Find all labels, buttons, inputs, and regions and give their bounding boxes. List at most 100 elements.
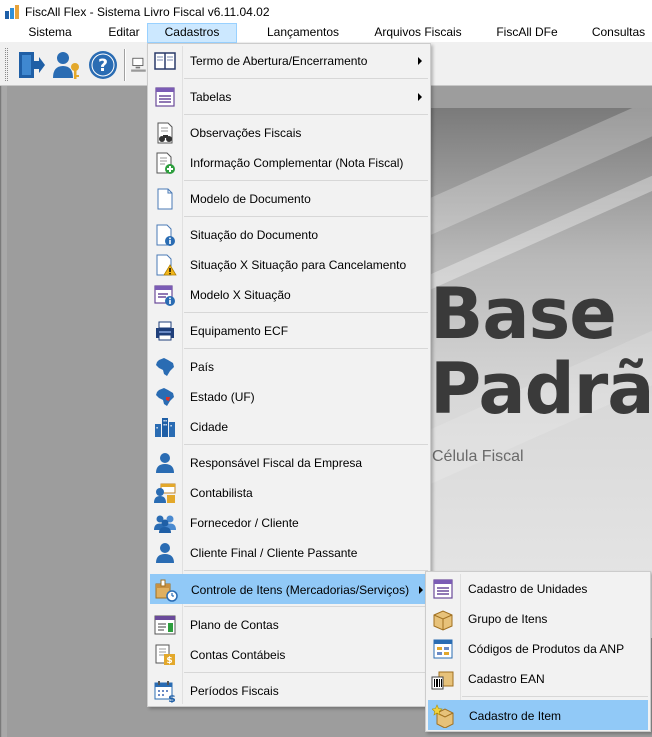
menu-item-situacao-documento[interactable]: Situação do Documento xyxy=(150,220,428,250)
submenu-arrow-icon xyxy=(419,586,423,594)
menu-item-controle-itens[interactable]: Controle de Itens (Mercadorias/Serviços) xyxy=(150,574,428,604)
menu-item-label: Termo de Abertura/Encerramento xyxy=(190,54,368,68)
user-key-button[interactable] xyxy=(50,48,84,82)
menu-item-equipamento-ecf[interactable]: Equipamento ECF xyxy=(150,316,428,346)
units-table-icon xyxy=(433,579,453,599)
help-button[interactable]: ? xyxy=(86,48,120,82)
menu-separator xyxy=(184,570,428,571)
menu-separator xyxy=(184,672,428,673)
menu-separator xyxy=(184,78,428,79)
submenu-item-grupo-itens[interactable]: Grupo de Itens xyxy=(428,604,648,634)
anp-codes-icon xyxy=(433,639,453,659)
menu-separator xyxy=(184,180,428,181)
menu-separator xyxy=(184,444,428,445)
menu-sistema[interactable]: Sistema xyxy=(22,23,78,43)
menu-item-situacao-cancelamento[interactable]: Situação X Situação para Cancelamento xyxy=(150,250,428,280)
splash-subtitle: Célula Fiscal xyxy=(432,448,524,465)
menu-item-termo-abertura[interactable]: Termo de Abertura/Encerramento xyxy=(150,46,428,76)
menu-separator xyxy=(184,348,428,349)
book-icon xyxy=(154,52,176,70)
menu-item-observacoes-fiscais[interactable]: Observações Fiscais xyxy=(150,118,428,148)
menu-item-label: Fornecedor / Cliente xyxy=(190,516,299,530)
new-item-box-icon xyxy=(432,704,454,728)
menu-lancamentos[interactable]: Lançamentos xyxy=(252,23,354,43)
menu-item-modelo-situacao[interactable]: Modelo X Situação xyxy=(150,280,428,310)
menu-item-plano-contas[interactable]: Plano de Contas xyxy=(150,610,428,640)
menu-item-pais[interactable]: País xyxy=(150,352,428,382)
menu-item-label: Situação X Situação para Cancelamento xyxy=(190,258,407,272)
submenu-arrow-icon xyxy=(418,57,422,65)
menu-cadastros[interactable]: Cadastros xyxy=(147,23,237,43)
menu-item-label: Modelo X Situação xyxy=(190,288,291,302)
svg-text:?: ? xyxy=(98,56,108,76)
menu-item-label: Períodos Fiscais xyxy=(190,684,279,698)
menu-bar: Sistema Editar Cadastros Lançamentos Arq… xyxy=(0,23,652,43)
people-group-icon xyxy=(154,515,176,533)
document-add-icon xyxy=(156,152,175,174)
menu-item-label: Equipamento ECF xyxy=(190,324,289,338)
document-info-icon xyxy=(156,224,175,246)
menu-item-label: Responsável Fiscal da Empresa xyxy=(190,456,363,470)
item-control-icon xyxy=(155,579,178,602)
splash-title-line2: Padrão xyxy=(430,348,652,430)
menu-consultas[interactable]: Consultas xyxy=(585,23,652,43)
submenu-item-label: Grupo de Itens xyxy=(468,612,548,626)
box-group-icon xyxy=(433,610,453,631)
calendar-money-icon: $ xyxy=(154,681,176,703)
splash-title-line1: Base xyxy=(430,273,617,355)
menu-item-contas-contabeis[interactable]: $ Contas Contábeis xyxy=(150,640,428,670)
menu-item-cidade[interactable]: Cidade xyxy=(150,412,428,442)
menu-item-informacao-complementar[interactable]: Informação Complementar (Nota Fiscal) xyxy=(150,148,428,178)
menu-separator xyxy=(184,312,428,313)
brazil-state-map-icon xyxy=(156,388,174,406)
menu-separator xyxy=(184,216,428,217)
table-info-icon xyxy=(154,285,175,306)
menu-item-label: Cidade xyxy=(190,420,229,434)
menu-item-modelo-documento[interactable]: Modelo de Documento xyxy=(150,184,428,214)
menu-editar[interactable]: Editar xyxy=(96,23,152,43)
table-list-icon xyxy=(155,87,175,107)
menu-item-label: Tabelas xyxy=(190,90,232,104)
menu-separator xyxy=(184,114,428,115)
cadastros-dropdown: Termo de Abertura/Encerramento Tabelas O… xyxy=(147,43,431,707)
menu-separator xyxy=(184,606,428,607)
menu-item-responsavel-fiscal[interactable]: Responsável Fiscal da Empresa xyxy=(150,448,428,478)
exit-button[interactable] xyxy=(14,48,48,82)
accountant-icon xyxy=(154,483,176,503)
svg-text:$: $ xyxy=(168,692,176,703)
controle-itens-submenu: Cadastro de Unidades Grupo de Itens Códi… xyxy=(425,571,651,732)
menu-item-label: Observações Fiscais xyxy=(190,126,302,140)
menu-item-label: Informação Complementar (Nota Fiscal) xyxy=(190,156,404,170)
submenu-item-cadastro-item[interactable]: Cadastro de Item xyxy=(428,700,648,730)
menu-item-estado[interactable]: Estado (UF) xyxy=(150,382,428,412)
menu-item-fornecedor-cliente[interactable]: Fornecedor / Cliente xyxy=(150,508,428,538)
menu-item-cliente-final[interactable]: Cliente Final / Cliente Passante xyxy=(150,538,428,568)
exit-door-icon xyxy=(19,52,45,78)
menu-item-tabelas[interactable]: Tabelas xyxy=(150,82,428,112)
person-icon xyxy=(156,543,174,563)
menu-arquivos-fiscais[interactable]: Arquivos Fiscais xyxy=(364,23,472,43)
brazil-map-icon xyxy=(156,358,174,376)
menu-item-label: Controle de Itens (Mercadorias/Serviços) xyxy=(191,583,410,597)
toolbar-grip[interactable] xyxy=(5,48,8,81)
submenu-item-label: Cadastro de Item xyxy=(469,709,562,723)
submenu-item-cadastro-ean[interactable]: Cadastro EAN xyxy=(428,664,648,694)
barcode-box-icon xyxy=(431,671,454,690)
user-key-icon xyxy=(53,52,79,79)
submenu-item-label: Códigos de Produtos da ANP xyxy=(468,642,625,656)
menu-item-label: Estado (UF) xyxy=(190,390,255,404)
menu-item-periodos-fiscais[interactable]: $ Períodos Fiscais xyxy=(150,676,428,706)
menu-item-label: Cliente Final / Cliente Passante xyxy=(190,546,358,560)
workspace-panel xyxy=(2,86,7,737)
window-title: FiscAll Flex - Sistema Livro Fiscal v6.1… xyxy=(25,4,270,19)
network-button[interactable] xyxy=(130,48,148,82)
submenu-item-codigos-anp[interactable]: Códigos de Produtos da ANP xyxy=(428,634,648,664)
menu-item-contabilista[interactable]: Contabilista xyxy=(150,478,428,508)
document-binoculars-icon xyxy=(157,122,173,144)
person-icon xyxy=(156,453,174,473)
document-warning-icon xyxy=(156,254,177,276)
title-bar: FiscAll Flex - Sistema Livro Fiscal v6.1… xyxy=(0,0,652,23)
menu-fiscall-dfe[interactable]: FiscAll DFe xyxy=(487,23,567,43)
submenu-item-cadastro-unidades[interactable]: Cadastro de Unidades xyxy=(428,574,648,604)
menu-item-label: País xyxy=(190,360,215,374)
